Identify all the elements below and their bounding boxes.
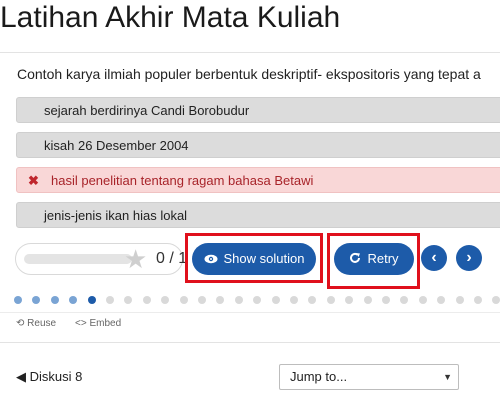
progress-dot[interactable] [271, 296, 280, 304]
question-text: Contoh karya ilmiah populer berbentuk de… [17, 66, 481, 82]
answer-option-4[interactable]: jenis-jenis ikan hias lokal [16, 202, 500, 228]
answer-option-label: hasil penelitian tentang ragam bahasa Be… [51, 173, 314, 188]
answer-option-3[interactable]: ✖ hasil penelitian tentang ragam bahasa … [16, 167, 500, 193]
progress-dot[interactable] [418, 296, 427, 304]
progress-dot[interactable] [290, 296, 298, 304]
progress-dot[interactable] [455, 296, 464, 304]
progress-dot[interactable] [142, 296, 151, 304]
reuse-link[interactable]: ⟲ Reuse [16, 318, 56, 329]
star-icon: ★ [124, 244, 148, 274]
previous-activity-link[interactable]: ◀ Diskusi 8 [16, 369, 82, 385]
chevron-down-icon: ▼ [443, 372, 452, 382]
footer-divider [0, 312, 500, 313]
progress-dot[interactable] [87, 296, 96, 304]
answer-option-1[interactable]: sejarah berdirinya Candi Borobudur [16, 97, 500, 123]
page-title: Latihan Akhir Mata Kuliah [0, 1, 341, 34]
answer-option-2[interactable]: kisah 26 Desember 2004 [16, 132, 500, 158]
reuse-label: Reuse [27, 318, 57, 329]
progress-dot[interactable] [179, 296, 188, 304]
progress-dot[interactable] [198, 296, 206, 304]
score-box: ★ 0 / 1 [15, 243, 187, 275]
reuse-icon: ⟲ [16, 318, 25, 329]
progress-dot[interactable] [106, 296, 114, 304]
score-text: 0 / 1 [156, 250, 188, 267]
jump-to-select[interactable]: Jump to... ▼ [279, 364, 459, 390]
bottom-divider [0, 342, 500, 343]
next-question-button[interactable]: › [456, 245, 482, 271]
previous-question-button[interactable]: ‹ [421, 245, 447, 271]
progress-dot[interactable] [492, 296, 500, 304]
jump-to-value: Jump to... [290, 369, 348, 384]
progress-dot[interactable] [382, 296, 390, 304]
progress-dot[interactable] [50, 296, 59, 304]
wrong-answer-icon: ✖ [28, 173, 39, 188]
progress-dot[interactable] [363, 296, 372, 304]
embed-icon: <> [75, 318, 87, 329]
progress-dot[interactable] [14, 296, 22, 304]
caret-left-icon: ◀ [16, 369, 26, 384]
highlight-box-retry [327, 233, 420, 289]
score-progress-bar [24, 254, 132, 264]
progress-dot[interactable] [234, 296, 243, 304]
progress-dot[interactable] [474, 296, 482, 304]
progress-dot[interactable] [326, 296, 335, 304]
embed-link[interactable]: <> Embed [75, 318, 121, 329]
previous-activity-label: Diskusi 8 [29, 369, 83, 384]
highlight-box-solution [185, 233, 323, 283]
embed-label: Embed [89, 318, 122, 329]
